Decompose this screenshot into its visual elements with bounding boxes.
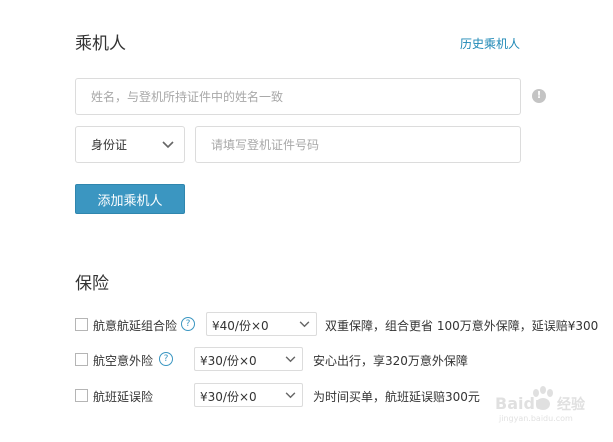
insurance-name: 航班延误险 <box>93 390 154 404</box>
chevron-down-icon <box>285 392 296 399</box>
baidu-watermark: Baidu 经验 jingyan.baidu.com <box>495 386 607 426</box>
passenger-section-title: 乘机人 <box>75 34 126 54</box>
insurance-name: 航空意外险 <box>93 354 154 368</box>
insurance-row-delay: 航班延误险 ¥30/份×0 为时间买单，航班延误赔300元 <box>75 383 495 407</box>
insurance-description: 为时间买单，航班延误赔300元 <box>313 390 480 404</box>
chevron-down-icon <box>285 356 296 363</box>
insurance-checkbox[interactable] <box>75 389 88 402</box>
id-number-input[interactable] <box>195 126 521 163</box>
insurance-description: 双重保障，组合更省 100万意外保障，延误赔¥300 <box>325 319 599 333</box>
watermark-brand: Baidu <box>495 394 547 413</box>
watermark-url: jingyan.baidu.com <box>499 414 573 423</box>
insurance-price: ¥30/份×0 <box>200 390 257 404</box>
insurance-price-select[interactable]: ¥30/份×0 <box>194 347 303 371</box>
chevron-down-icon <box>299 321 310 328</box>
insurance-row-accident: 航空意外险 ? ¥30/份×0 安心出行，享320万意外保障 <box>75 347 495 371</box>
insurance-price: ¥40/份×0 <box>212 319 269 333</box>
add-passenger-button[interactable]: 添加乘机人 <box>75 184 185 214</box>
id-type-select[interactable]: 身份证 <box>75 126 185 163</box>
insurance-price-select[interactable]: ¥30/份×0 <box>194 383 303 407</box>
insurance-description: 安心出行，享320万意外保障 <box>313 354 468 368</box>
passenger-name-input[interactable] <box>75 78 521 115</box>
help-icon[interactable]: ? <box>181 317 195 331</box>
insurance-name: 航意航延组合险 <box>93 319 178 333</box>
id-type-label: 身份证 <box>91 138 128 152</box>
info-icon[interactable]: ! <box>532 89 546 103</box>
insurance-checkbox[interactable] <box>75 318 88 331</box>
insurance-section-title: 保险 <box>75 274 109 294</box>
insurance-price-select[interactable]: ¥40/份×0 <box>206 312 317 336</box>
insurance-price: ¥30/份×0 <box>200 354 257 368</box>
help-icon[interactable]: ? <box>159 352 173 366</box>
insurance-row-combo: 航意航延组合险 ? ¥40/份×0 双重保障，组合更省 100万意外保障，延误赔… <box>75 312 613 336</box>
history-passengers-link[interactable]: 历史乘机人 <box>460 35 520 52</box>
chevron-down-icon <box>162 141 174 149</box>
insurance-checkbox[interactable] <box>75 353 88 366</box>
watermark-sub: 经验 <box>557 397 585 413</box>
